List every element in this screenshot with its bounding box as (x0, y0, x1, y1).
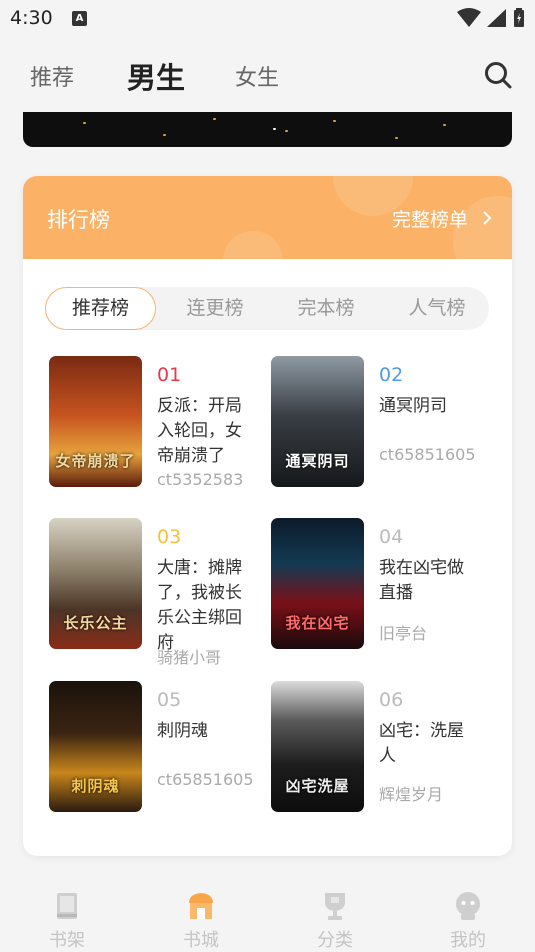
bottom-nav: 书架 书城 分类 我的 (0, 880, 535, 952)
book-author: 辉煌岁月 (379, 785, 444, 804)
book-cover: 刺阴魂 (49, 681, 142, 812)
tab-popular-ranking[interactable]: 人气榜 (392, 287, 482, 330)
book-item[interactable]: 我在凶宅 04 我在凶宅做直播 旧亭台 (271, 518, 481, 653)
profile-icon (456, 892, 480, 920)
book-item[interactable]: 通冥阴司 02 通冥阴司 ct65851605 (271, 356, 481, 491)
ranking-card: 排行榜 完整榜单 推荐榜 连更榜 完本榜 人气榜 女帝崩溃了 01 反派：开局入… (23, 176, 512, 856)
status-time: 4:30 (10, 7, 53, 29)
nav-label: 我的 (450, 930, 486, 951)
banner-image[interactable] (23, 112, 512, 147)
chevron-right-icon (483, 211, 492, 225)
battery-icon (514, 8, 524, 27)
book-cover: 凶宅洗屋 (271, 681, 364, 812)
rank-number: 06 (379, 689, 404, 711)
tab-updating-ranking[interactable]: 连更榜 (170, 287, 260, 330)
nav-category[interactable]: 分类 (295, 890, 375, 952)
status-bar: 4:30 A (0, 0, 535, 36)
book-title: 大唐：摊牌了，我被长乐公主绑回府 (157, 558, 242, 653)
rank-number: 04 (379, 526, 404, 548)
bookshelf-icon (57, 893, 77, 919)
tab-recommend[interactable]: 推荐 (30, 60, 74, 92)
nav-label: 书架 (49, 930, 85, 951)
book-title: 凶宅：洗屋人 (379, 721, 464, 766)
tab-recommend-ranking[interactable]: 推荐榜 (45, 287, 156, 330)
book-item[interactable]: 凶宅洗屋 06 凶宅：洗屋人 辉煌岁月 (271, 681, 481, 816)
book-item[interactable]: 女帝崩溃了 01 反派：开局入轮回，女帝崩溃了 ct5352583 (49, 356, 259, 491)
rank-number: 02 (379, 364, 404, 386)
book-cover: 我在凶宅 (271, 518, 364, 649)
search-icon[interactable] (483, 60, 513, 90)
top-tabs: 推荐 男生 女生 (0, 36, 535, 112)
full-ranking-link[interactable]: 完整榜单 (392, 205, 492, 232)
book-title: 反派：开局入轮回，女帝崩溃了 (157, 396, 242, 466)
nav-profile[interactable]: 我的 (428, 890, 508, 952)
ranking-header: 排行榜 完整榜单 (23, 176, 512, 259)
ranking-tabs: 推荐榜 连更榜 完本榜 人气榜 (45, 287, 489, 330)
book-title: 刺阴魂 (157, 721, 208, 741)
bookstore-icon (189, 893, 213, 919)
tab-female[interactable]: 女生 (235, 60, 279, 92)
book-item[interactable]: 长乐公主 03 大唐：摊牌了，我被长乐公主绑回府 骑猪小哥 (49, 518, 259, 667)
book-title: 通冥阴司 (379, 396, 447, 416)
nav-label: 分类 (317, 930, 353, 951)
rank-number: 03 (157, 526, 182, 548)
book-title: 我在凶宅做直播 (379, 558, 464, 603)
nav-label: 书城 (183, 930, 219, 951)
rank-number: 05 (157, 689, 182, 711)
book-cover: 女帝崩溃了 (49, 356, 142, 487)
ranking-title: 排行榜 (47, 208, 110, 232)
full-ranking-label: 完整榜单 (391, 209, 468, 231)
book-item[interactable]: 刺阴魂 05 刺阴魂 ct65851605 (49, 681, 259, 816)
wifi-icon (456, 8, 481, 27)
tab-male[interactable]: 男生 (127, 55, 185, 97)
book-author: ct65851605 (379, 445, 476, 464)
tab-completed-ranking[interactable]: 完本榜 (281, 287, 371, 330)
signal-icon (486, 9, 506, 27)
book-author: 骑猪小哥 (157, 648, 222, 667)
nav-bookstore[interactable]: 书城 (161, 890, 241, 952)
status-icons (456, 8, 525, 28)
notification-icon: A (72, 11, 87, 26)
book-cover: 通冥阴司 (271, 356, 364, 487)
nav-bookshelf[interactable]: 书架 (27, 890, 107, 952)
rank-number: 01 (157, 364, 182, 386)
book-author: ct5352583 (157, 470, 244, 489)
book-author: ct65851605 (157, 770, 254, 789)
book-author: 旧亭台 (379, 624, 428, 643)
book-cover: 长乐公主 (49, 518, 142, 649)
category-icon (325, 893, 345, 920)
